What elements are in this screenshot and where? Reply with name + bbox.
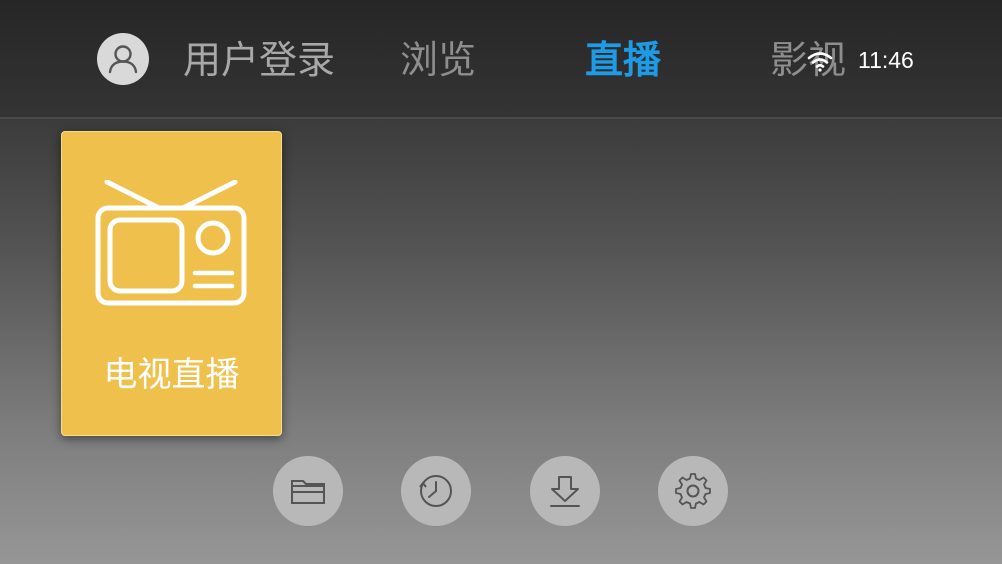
download-icon bbox=[550, 476, 580, 507]
download-button[interactable] bbox=[530, 456, 600, 526]
gear-icon bbox=[675, 473, 711, 509]
user-icon bbox=[108, 45, 138, 74]
folder-icon bbox=[291, 480, 325, 504]
tv-icon bbox=[95, 180, 247, 306]
user-avatar-button[interactable] bbox=[97, 33, 149, 85]
nav-tab-browse[interactable]: 浏览 bbox=[400, 36, 476, 84]
history-clock-icon bbox=[419, 475, 452, 507]
nav-tab-live[interactable]: 直播 bbox=[585, 36, 661, 84]
files-button[interactable] bbox=[273, 456, 343, 526]
top-navigation-bar: 用户登录 浏览 直播 影视 11:46 bbox=[0, 0, 1002, 119]
status-clock: 11:46 bbox=[858, 47, 914, 73]
settings-button[interactable] bbox=[658, 456, 728, 526]
nav-tab-user-login[interactable]: 用户登录 bbox=[183, 36, 335, 84]
wifi-icon bbox=[807, 52, 833, 72]
history-button[interactable] bbox=[401, 456, 471, 526]
tv-live-tile[interactable]: 电视直播 bbox=[61, 131, 282, 436]
tile-label: 电视直播 bbox=[103, 355, 240, 395]
